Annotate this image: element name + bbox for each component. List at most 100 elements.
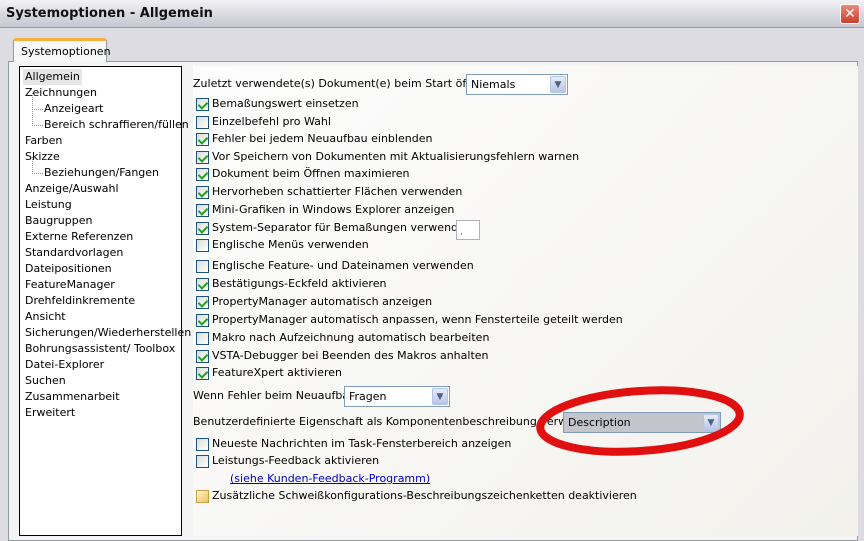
option-label: PropertyManager automatisch anzeigen (212, 295, 433, 308)
option-row: Einzelbefehl pro Wahl (196, 114, 331, 130)
option-label: Hervorheben schattierter Flächen verwend… (212, 185, 463, 198)
rebuild-select[interactable]: Fragen ▼ (344, 386, 450, 407)
checkbox[interactable] (196, 167, 209, 181)
weld-row: Zusätzliche Schweißkonfigurations-Beschr… (196, 488, 637, 504)
separator-field[interactable]: , (456, 220, 480, 240)
option-label: Makro nach Aufzeichnung automatisch bear… (212, 331, 490, 344)
checkbox[interactable] (196, 221, 209, 235)
option-label: Bemaßungswert einsetzen (212, 97, 359, 110)
checkbox[interactable] (196, 185, 209, 199)
checkbox[interactable] (196, 437, 209, 451)
custom-prop-row: Benutzerdefinierte Eigenschaft als Kompo… (193, 414, 603, 430)
option-row: Dokument beim Öffnen maximieren (196, 166, 410, 182)
option-label: Dokument beim Öffnen maximieren (212, 167, 410, 180)
option-label: Einzelbefehl pro Wahl (212, 115, 331, 128)
checkbox[interactable] (196, 331, 209, 345)
option-row: Englische Feature- und Dateinamen verwen… (196, 258, 474, 274)
checkbox[interactable] (196, 203, 209, 217)
option-label: Bestätigungs-Eckfeld aktivieren (212, 277, 387, 290)
tree-item[interactable]: Suchen (25, 373, 66, 389)
news-row: Neueste Nachrichten im Task-Fensterberei… (196, 436, 511, 452)
tree-item[interactable]: Anzeige/Auswahl (25, 181, 119, 197)
checkbox[interactable] (196, 454, 209, 468)
option-label: Zusätzliche Schweißkonfigurations-Beschr… (212, 489, 637, 502)
option-row: PropertyManager automatisch anzeigen (196, 294, 432, 310)
option-label: PropertyManager automatisch anpassen, we… (212, 313, 623, 326)
option-row: Makro nach Aufzeichnung automatisch bear… (196, 330, 489, 346)
option-label: Mini-Grafiken in Windows Explorer anzeig… (212, 203, 455, 216)
close-icon[interactable]: ✕ (840, 4, 860, 24)
tree-item[interactable]: Zusammenarbeit (25, 389, 120, 405)
rebuild-row: Wenn Fehler beim Neuaufbau: (193, 388, 360, 404)
tree-item[interactable]: Dateipositionen (25, 261, 112, 277)
checkbox[interactable] (196, 277, 209, 291)
window-title: Systemoptionen - Allgemein (6, 6, 213, 21)
checkbox[interactable] (196, 366, 209, 380)
tree-item[interactable]: Standardvorlagen (25, 245, 123, 261)
option-row: PropertyManager automatisch anpassen, we… (196, 312, 623, 328)
recent-docs-select[interactable]: Niemals ▼ (466, 74, 568, 95)
option-row: Bestätigungs-Eckfeld aktivieren (196, 276, 386, 292)
tree-item[interactable]: Externe Referenzen (25, 229, 133, 245)
checkbox[interactable] (196, 132, 209, 146)
option-row: FeatureXpert aktivieren (196, 365, 342, 381)
option-row: Vor Speichern von Dokumenten mit Aktuali… (196, 149, 579, 165)
option-row: Fehler bei jedem Neuaufbau einblenden (196, 131, 432, 147)
tree-item[interactable]: Farben (25, 133, 62, 149)
option-label: FeatureXpert aktivieren (212, 366, 343, 379)
option-label: Fehler bei jedem Neuaufbau einblenden (212, 132, 433, 145)
checkbox[interactable] (196, 115, 209, 129)
custom-prop-label: Benutzerdefinierte Eigenschaft als Kompo… (193, 415, 603, 428)
tab-systemoptionen[interactable]: Systemoptionen (13, 38, 111, 62)
option-label: Englische Menüs verwenden (212, 238, 369, 251)
tree-item[interactable]: Leistung (25, 197, 72, 213)
option-label: VSTA-Debugger bei Beenden des Makros anh… (212, 349, 489, 362)
option-row: Bemaßungswert einsetzen (196, 96, 359, 112)
tree-item[interactable]: Baugruppen (25, 213, 92, 229)
custom-prop-value: Description (568, 416, 631, 429)
chevron-down-icon[interactable]: ▼ (550, 76, 566, 93)
chevron-down-icon[interactable]: ▼ (703, 414, 719, 431)
feedback-row: Leistungs-Feedback aktivieren (196, 453, 379, 469)
options-tree[interactable]: Allgemein Zeichnungen Anzeigeart Bereich sc… (19, 66, 191, 536)
options-panel: Zuletzt verwendete(s) Dokument(e) beim S… (193, 66, 858, 536)
tree-item[interactable]: Allgemein (23, 69, 82, 85)
tree-item[interactable]: Bohrungsassistent/ Toolbox (25, 341, 175, 357)
checkbox[interactable] (196, 349, 209, 363)
custom-prop-select[interactable]: Description ▼ (563, 412, 721, 433)
option-row: System-Separator für Bemaßungen verwende… (196, 220, 472, 236)
checkbox[interactable] (196, 313, 209, 327)
checkbox[interactable] (196, 259, 209, 273)
option-label: Vor Speichern von Dokumenten mit Aktuali… (212, 150, 580, 163)
rebuild-value: Fragen (349, 390, 387, 403)
checkbox[interactable] (196, 238, 209, 252)
option-row: Hervorheben schattierter Flächen verwend… (196, 184, 462, 200)
feedback-program-link[interactable]: (siehe Kunden-Feedback-Programm) (230, 471, 430, 487)
checkbox[interactable] (196, 295, 209, 309)
feedback-link-row: (siehe Kunden-Feedback-Programm) (230, 471, 430, 487)
tree-item[interactable]: Datei-Explorer (25, 357, 104, 373)
chevron-down-icon[interactable]: ▼ (432, 388, 448, 405)
checkbox[interactable] (196, 97, 209, 111)
tree-item[interactable]: Sicherungen/Wiederherstellen (25, 325, 191, 341)
tree-item[interactable]: FeatureManager (25, 277, 115, 293)
tree-item[interactable]: Drehfeldinkremente (25, 293, 135, 309)
option-row: Mini-Grafiken in Windows Explorer anzeig… (196, 202, 454, 218)
tree-item[interactable]: Bereich schraffieren/füllen (32, 109, 189, 133)
option-label: Neueste Nachrichten im Task-Fensterberei… (212, 437, 512, 450)
tree-item[interactable]: Beziehungen/Fangen (31, 157, 159, 181)
checkbox[interactable] (196, 150, 209, 164)
title-bar: Systemoptionen - Allgemein ✕ (0, 0, 864, 28)
tree-item[interactable]: Erweitert (25, 405, 75, 421)
tree-item[interactable]: Ansicht (25, 309, 66, 325)
recent-docs-label: Zuletzt verwendete(s) Dokument(e) beim S… (193, 77, 495, 90)
option-label: System-Separator für Bemaßungen verwende… (212, 221, 472, 234)
recent-docs-row: Zuletzt verwendete(s) Dokument(e) beim S… (193, 76, 494, 92)
checkbox[interactable] (196, 489, 209, 503)
option-label: Leistungs-Feedback aktivieren (212, 454, 380, 467)
tree-item[interactable]: Anzeigeart (31, 93, 103, 117)
option-label: Englische Feature- und Dateinamen verwen… (212, 259, 474, 272)
recent-docs-value: Niemals (471, 78, 516, 91)
option-row: VSTA-Debugger bei Beenden des Makros anh… (196, 348, 489, 364)
option-row: Englische Menüs verwenden (196, 237, 369, 253)
